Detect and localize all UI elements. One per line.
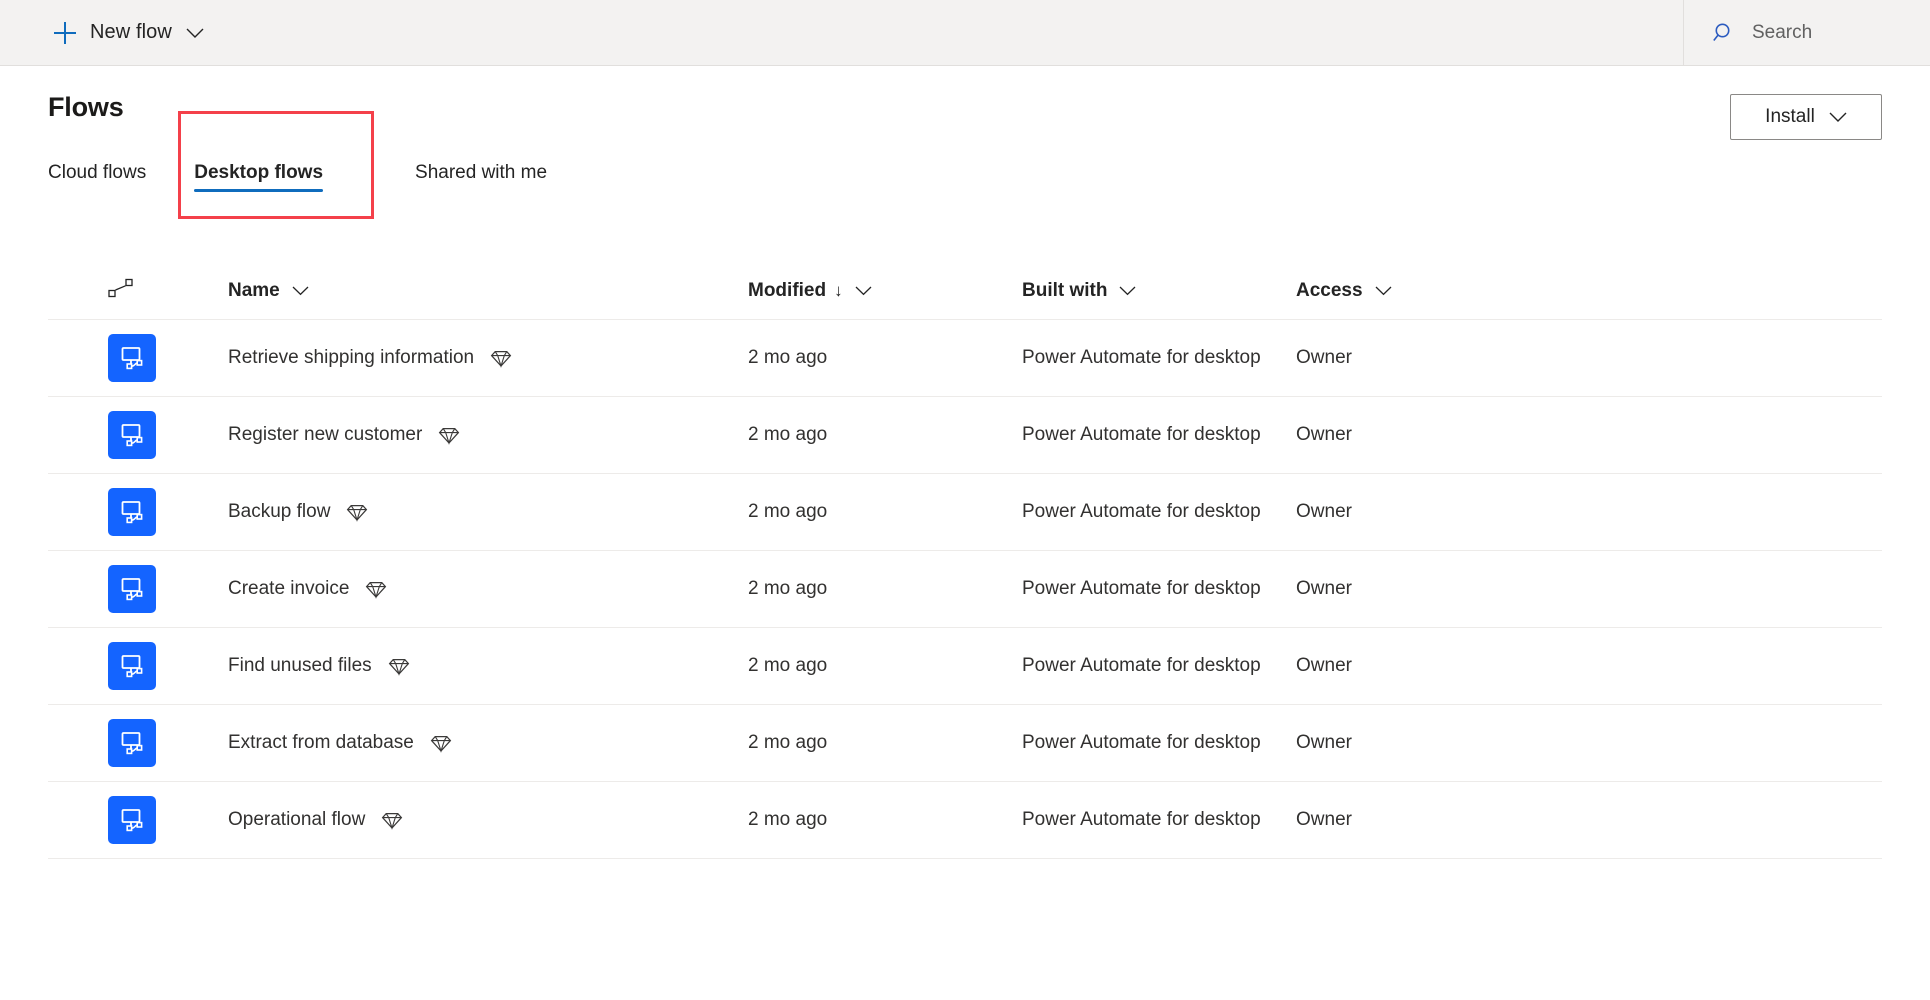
flow-name[interactable]: Retrieve shipping information	[228, 347, 474, 369]
premium-diamond-icon	[388, 655, 410, 677]
row-name-cell[interactable]: Register new customer	[138, 424, 748, 446]
table-header-row: Name Modified ↓ Built with Access	[48, 262, 1882, 320]
row-built-with: Power Automate for desktop	[1022, 347, 1261, 368]
page-title: Flows	[48, 92, 124, 122]
table-row[interactable]: Operational flow 2 mo ago Power Automate f…	[48, 782, 1882, 859]
premium-diamond-icon	[490, 347, 512, 369]
chevron-down-icon[interactable]	[1119, 285, 1136, 296]
table-body: Retrieve shipping information 2 mo ago Pow…	[48, 320, 1882, 859]
table-row[interactable]: Register new customer 2 mo ago Power Autom…	[48, 397, 1882, 474]
chevron-down-icon[interactable]	[186, 27, 204, 39]
column-header-modified[interactable]: Modified ↓	[748, 280, 1022, 302]
column-header-access-label: Access	[1296, 279, 1363, 301]
row-built-with: Power Automate for desktop	[1022, 578, 1261, 599]
flow-name[interactable]: Backup flow	[228, 501, 330, 523]
chevron-down-icon[interactable]	[1375, 285, 1392, 296]
row-modified: 2 mo ago	[748, 501, 828, 522]
row-modified: 2 mo ago	[748, 347, 828, 368]
table-row[interactable]: Backup flow 2 mo ago Power Automate for de…	[48, 474, 1882, 551]
command-bar: New flow Search	[0, 0, 1930, 66]
tab-shared-with-me[interactable]: Shared with me	[415, 162, 547, 200]
tab-desktop-flows[interactable]: Desktop flows	[194, 162, 323, 200]
row-modified: 2 mo ago	[748, 732, 828, 753]
tab-list: Cloud flows Desktop flows Shared with me	[48, 162, 547, 200]
row-icon-cell	[48, 411, 156, 459]
row-built-with: Power Automate for desktop	[1022, 809, 1261, 830]
row-access: Owner	[1296, 501, 1352, 522]
table-row[interactable]: Find unused files 2 mo ago Power Automate …	[48, 628, 1882, 705]
row-icon-cell	[48, 642, 156, 690]
row-name-cell[interactable]: Operational flow	[138, 809, 748, 831]
column-header-built-with[interactable]: Built with	[1022, 280, 1296, 302]
tab-cloud-flows[interactable]: Cloud flows	[48, 162, 146, 200]
flow-name[interactable]: Extract from database	[228, 732, 414, 754]
row-icon-cell	[48, 796, 156, 844]
premium-diamond-icon	[430, 732, 452, 754]
premium-diamond-icon	[346, 501, 368, 523]
install-label: Install	[1765, 106, 1815, 127]
table-row[interactable]: Create invoice 2 mo ago Power Automate for…	[48, 551, 1882, 628]
column-header-name[interactable]: Name	[138, 280, 748, 302]
row-modified: 2 mo ago	[748, 655, 828, 676]
flow-connector-icon	[108, 278, 134, 304]
row-access: Owner	[1296, 655, 1352, 676]
column-header-flow-icon[interactable]	[48, 278, 138, 304]
row-name-cell[interactable]: Backup flow	[138, 501, 748, 523]
premium-diamond-icon	[365, 578, 387, 600]
new-flow-button[interactable]: New flow	[48, 0, 210, 65]
row-built-with: Power Automate for desktop	[1022, 732, 1261, 753]
sort-descending-icon: ↓	[834, 280, 843, 300]
column-header-access[interactable]: Access	[1296, 280, 1596, 302]
row-name-cell[interactable]: Extract from database	[138, 732, 748, 754]
flow-name[interactable]: Create invoice	[228, 578, 349, 600]
search-placeholder: Search	[1752, 21, 1813, 43]
table-row[interactable]: Retrieve shipping information 2 mo ago Pow…	[48, 320, 1882, 397]
row-access: Owner	[1296, 578, 1352, 599]
table-row[interactable]: Extract from database 2 mo ago Power Autom…	[48, 705, 1882, 782]
column-header-built-with-label: Built with	[1022, 279, 1108, 301]
row-access: Owner	[1296, 424, 1352, 445]
row-access: Owner	[1296, 732, 1352, 753]
flows-table: Name Modified ↓ Built with Access Retrie…	[48, 262, 1882, 859]
column-header-name-label: Name	[228, 279, 280, 301]
row-name-cell[interactable]: Retrieve shipping information	[138, 347, 748, 369]
row-icon-cell	[48, 719, 156, 767]
chevron-down-icon[interactable]	[292, 285, 309, 296]
column-header-modified-label: Modified	[748, 279, 827, 301]
flow-name[interactable]: Operational flow	[228, 809, 365, 831]
row-built-with: Power Automate for desktop	[1022, 655, 1261, 676]
row-access: Owner	[1296, 809, 1352, 830]
chevron-down-icon[interactable]	[855, 285, 872, 296]
command-bar-right: Search	[1683, 0, 1930, 66]
row-icon-cell	[48, 488, 156, 536]
search-icon	[1712, 21, 1736, 45]
row-modified: 2 mo ago	[748, 424, 828, 445]
search-input[interactable]: Search	[1684, 0, 1930, 65]
premium-diamond-icon	[438, 424, 460, 446]
flow-name[interactable]: Find unused files	[228, 655, 372, 677]
row-access: Owner	[1296, 347, 1352, 368]
row-name-cell[interactable]: Create invoice	[138, 578, 748, 600]
chevron-down-icon[interactable]	[1829, 111, 1847, 123]
row-modified: 2 mo ago	[748, 578, 828, 599]
row-name-cell[interactable]: Find unused files	[138, 655, 748, 677]
install-button[interactable]: Install	[1730, 94, 1882, 140]
new-flow-label: New flow	[90, 21, 172, 43]
flow-name[interactable]: Register new customer	[228, 424, 422, 446]
row-modified: 2 mo ago	[748, 809, 828, 830]
row-icon-cell	[48, 565, 156, 613]
plus-icon	[54, 21, 76, 44]
premium-diamond-icon	[381, 809, 403, 831]
row-built-with: Power Automate for desktop	[1022, 424, 1261, 445]
row-built-with: Power Automate for desktop	[1022, 501, 1261, 522]
row-icon-cell	[48, 334, 156, 382]
